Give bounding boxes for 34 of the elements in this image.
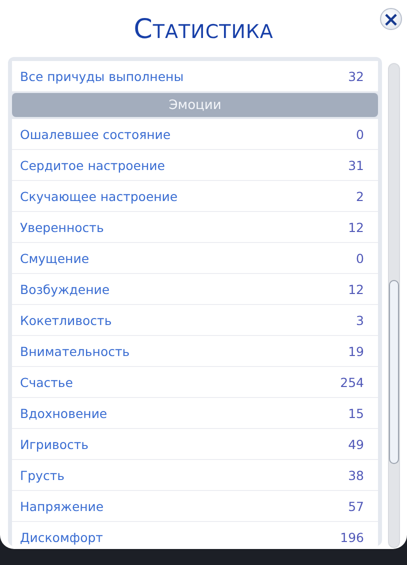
section-header: Эмоции [12, 93, 378, 117]
stat-value: 2 [356, 188, 364, 204]
stat-value: 49 [348, 436, 364, 452]
stat-label: Игривость [20, 436, 89, 452]
stat-value: 0 [356, 250, 364, 266]
stat-value: 57 [348, 498, 364, 514]
stat-label: Возбуждение [20, 282, 110, 296]
stat-value: 32 [348, 68, 364, 84]
stat-label: Смущение [20, 250, 90, 266]
stat-label: Напряжение [20, 498, 104, 514]
stat-label: Грусть [20, 468, 64, 482]
stat-label: Уверенность [20, 220, 104, 234]
stat-label: Кокетливость [20, 312, 112, 328]
stat-value: 0 [356, 126, 364, 142]
stat-value: 3 [356, 312, 364, 328]
stat-label: Дискомфорт [20, 530, 103, 544]
stat-value: 196 [340, 530, 364, 544]
stat-label: Сердитое настроение [20, 158, 165, 172]
stat-value: 15 [348, 406, 364, 420]
stat-value: 254 [340, 374, 364, 390]
stat-label: Скучающее настроение [20, 188, 178, 204]
stat-label: Счастье [20, 374, 73, 390]
window-title: Статистика [134, 13, 274, 45]
stat-label: Внимательность [20, 344, 130, 358]
stat-value: 19 [348, 344, 364, 358]
stat-value: 12 [348, 220, 364, 234]
close-button[interactable]: × [380, 8, 402, 30]
stat-value: 38 [348, 468, 364, 482]
scrollbar[interactable] [388, 63, 400, 548]
stat-value: 12 [348, 282, 364, 296]
stat-label: Все причуды выполнены [20, 68, 184, 84]
stat-label: Ошалевшее состояние [20, 126, 171, 142]
stat-label: Вдохновение [20, 406, 108, 420]
stat-value: 31 [348, 158, 364, 172]
